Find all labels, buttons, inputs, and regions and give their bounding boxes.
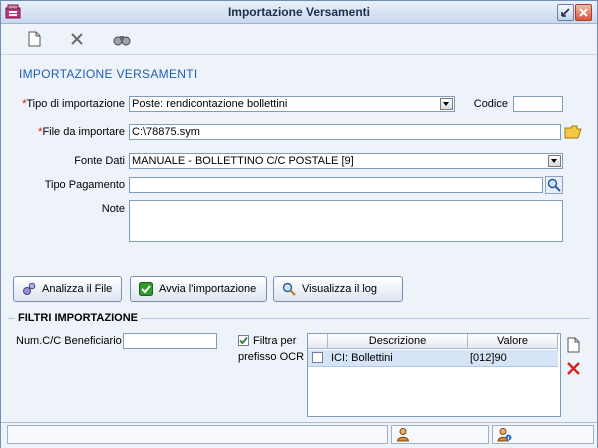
row-valore: [012]90	[470, 352, 507, 364]
file-path-input[interactable]: C:\78875.sym	[129, 124, 561, 140]
status-panel-user-info	[492, 425, 594, 444]
fonte-dati-label: Fonte Dati	[74, 155, 125, 167]
visualizza-log-button[interactable]: Visualizza il log	[273, 276, 403, 302]
folder-icon[interactable]	[564, 123, 582, 141]
import-window: Importazione Versamenti IMPORTAZIONE VER…	[0, 0, 598, 448]
row-checkbox[interactable]	[312, 352, 323, 363]
num-cc-label: Num.C/C Beneficiario	[16, 335, 122, 347]
magnifier-icon	[282, 282, 296, 296]
grid-header-select	[308, 334, 328, 349]
window-title: Importazione Versamenti	[227, 5, 371, 19]
status-panel-user	[391, 425, 489, 444]
note-textarea[interactable]	[129, 200, 563, 242]
gears-icon	[23, 282, 36, 295]
row-descrizione: ICI: Bollettini	[331, 352, 393, 364]
chevron-down-icon[interactable]	[440, 98, 453, 110]
grid-header-descrizione[interactable]: Descrizione	[328, 334, 468, 349]
filtra-label-line2: prefisso OCR	[238, 351, 305, 363]
analizza-file-button[interactable]: Analizza il File	[13, 276, 122, 302]
toolbar	[1, 24, 597, 55]
delete-row-icon[interactable]	[566, 361, 581, 376]
tipo-pagamento-label: Tipo Pagamento	[44, 179, 125, 191]
binoculars-icon[interactable]	[111, 28, 133, 50]
status-bar	[1, 422, 597, 448]
check-icon	[239, 336, 248, 345]
user-info-icon	[497, 428, 512, 442]
close-icon	[579, 8, 588, 17]
restore-button[interactable]	[557, 4, 574, 21]
chevron-down-icon[interactable]	[548, 155, 561, 167]
tipo-pagamento-input[interactable]	[129, 177, 543, 193]
delete-x-icon[interactable]	[66, 28, 88, 50]
new-document-icon[interactable]	[23, 28, 45, 50]
codice-label: Codice	[473, 98, 508, 110]
ocr-prefix-grid[interactable]: Descrizione Valore ICI: Bollettini [012]…	[307, 333, 561, 417]
codice-input[interactable]	[513, 96, 563, 112]
filtra-ocr-checkbox[interactable]	[238, 335, 249, 346]
file-importare-label: *File da importare	[38, 126, 125, 138]
avvia-importazione-button[interactable]: Avvia l'importazione	[130, 276, 267, 302]
note-label: Note	[101, 203, 125, 215]
num-cc-input[interactable]	[123, 333, 217, 349]
filtra-label-line1: Filtra per	[253, 335, 297, 347]
page-heading: IMPORTAZIONE VERSAMENTI	[19, 67, 198, 81]
add-row-icon[interactable]	[566, 337, 581, 353]
table-row[interactable]: ICI: Bollettini [012]90	[308, 350, 558, 367]
title-bar: Importazione Versamenti	[1, 1, 597, 24]
tipo-importazione-label: *Tipo di importazione	[22, 98, 125, 110]
grid-header-valore[interactable]: Valore	[468, 334, 558, 349]
restore-icon	[561, 8, 570, 17]
close-button[interactable]	[575, 4, 592, 21]
checkmark-icon	[139, 282, 153, 296]
user-icon	[396, 428, 410, 442]
tipo-importazione-select[interactable]: Poste: rendicontazione bollettini	[129, 96, 455, 112]
filtri-title: FILTRI IMPORTAZIONE	[15, 312, 141, 324]
status-panel-main	[7, 425, 388, 444]
search-icon[interactable]	[545, 176, 563, 194]
fonte-dati-select[interactable]: MANUALE - BOLLETTINO C/C POSTALE [9]	[129, 153, 563, 169]
